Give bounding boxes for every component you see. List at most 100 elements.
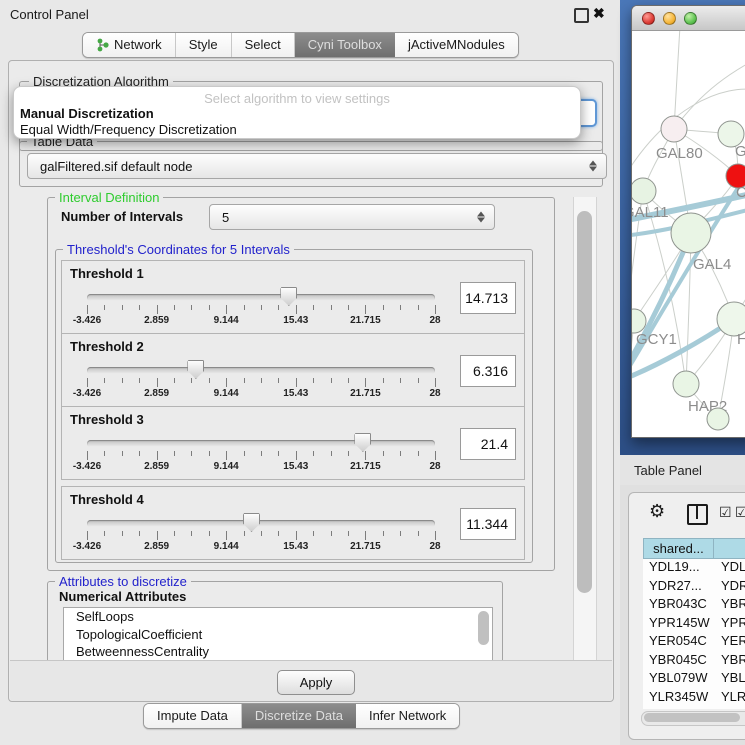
slider-handle[interactable] bbox=[280, 287, 297, 306]
attribute-list-item[interactable]: BetweennessCentrality bbox=[64, 643, 492, 661]
table-horizontal-scrollbar[interactable] bbox=[641, 711, 745, 726]
table-row[interactable]: YDR27...YDR2 bbox=[643, 578, 745, 597]
attributes-list-scrollbar-thumb[interactable] bbox=[478, 611, 489, 645]
table-cell: YER0 bbox=[715, 633, 745, 652]
interval-definition-title: Interval Definition bbox=[55, 190, 163, 205]
network-node[interactable] bbox=[661, 116, 687, 142]
zoom-window-icon[interactable] bbox=[684, 12, 697, 25]
split-columns-icon[interactable] bbox=[687, 504, 708, 525]
threshold-panels: Threshold 1-3.4262.8599.14415.4321.71528… bbox=[61, 261, 525, 560]
table-horizontal-scrollbar-thumb[interactable] bbox=[644, 713, 740, 722]
panel-vertical-scrollbar[interactable] bbox=[573, 197, 597, 661]
attribute-list-item[interactable]: TopologicalCoefficient bbox=[64, 626, 492, 644]
table-cell: YDL1 bbox=[715, 559, 745, 578]
checkbox-icon[interactable]: ☑ bbox=[719, 504, 732, 521]
apply-button[interactable]: Apply bbox=[277, 670, 355, 695]
tab-impute-data[interactable]: Impute Data bbox=[144, 704, 242, 728]
table-row[interactable]: YBR043CYBR0 bbox=[643, 596, 745, 615]
popup-option-equal-width-frequency[interactable]: Equal Width/Frequency Discretization bbox=[20, 122, 237, 137]
tab-select[interactable]: Select bbox=[232, 33, 295, 57]
network-node[interactable] bbox=[673, 371, 699, 397]
algorithm-dropdown-popup: Select algorithm to view settings Manual… bbox=[13, 86, 581, 139]
threshold-label: Threshold 2 bbox=[70, 339, 144, 354]
right-panel: GAL80GACGAL11GAL4GCY1HHAP2 Table Panel ⚙… bbox=[620, 0, 745, 745]
close-icon[interactable]: ✖ bbox=[593, 5, 605, 22]
tab-infer-network[interactable]: Infer Network bbox=[356, 704, 459, 728]
network-node-label: GCY1 bbox=[636, 331, 677, 348]
table-row[interactable]: YDL19...YDL1 bbox=[643, 559, 745, 578]
network-node-label: GAL80 bbox=[656, 145, 703, 162]
slider-track[interactable] bbox=[87, 367, 435, 374]
attributes-group-title: Attributes to discretize bbox=[55, 574, 191, 589]
slider-ticks bbox=[87, 378, 435, 388]
table-cell: YDL19... bbox=[643, 559, 715, 578]
checkbox-icon[interactable]: ☑ bbox=[735, 504, 745, 521]
panel-vertical-scrollbar-thumb[interactable] bbox=[577, 211, 592, 593]
table-row[interactable]: YBL079WYBL0 bbox=[643, 670, 745, 689]
tab-network[interactable]: Network bbox=[83, 33, 176, 57]
threshold-value-field[interactable]: 6.316 bbox=[460, 355, 516, 387]
table-row[interactable]: YER054CYER0 bbox=[643, 633, 745, 652]
slider-handle[interactable] bbox=[354, 433, 371, 452]
slider-tick-labels: -3.4262.8599.14415.4321.71528 bbox=[87, 541, 435, 553]
slider-handle[interactable] bbox=[243, 513, 260, 532]
threshold-value-field[interactable]: 14.713 bbox=[460, 282, 516, 314]
network-canvas[interactable]: GAL80GACGAL11GAL4GCY1HHAP2 bbox=[632, 31, 745, 436]
slider-tick-labels: -3.4262.8599.14415.4321.71528 bbox=[87, 388, 435, 400]
attribute-list-item[interactable]: SelfLoops bbox=[64, 608, 492, 626]
network-node-label: C bbox=[736, 184, 745, 201]
slider-handle[interactable] bbox=[187, 360, 204, 379]
table-row[interactable]: YLR345WYLR3 bbox=[643, 689, 745, 708]
slider-track[interactable] bbox=[87, 440, 435, 447]
tab-cyni-toolbox[interactable]: Cyni Toolbox bbox=[295, 33, 395, 57]
threshold-label: Threshold 4 bbox=[70, 492, 144, 507]
table-cell: YBL079W bbox=[643, 670, 715, 689]
network-node-label: GAL11 bbox=[632, 204, 669, 221]
slider-track[interactable] bbox=[87, 520, 435, 527]
network-window-titlebar[interactable] bbox=[632, 6, 745, 31]
threshold-value-field[interactable]: 11.344 bbox=[460, 508, 516, 540]
cyni-bottom-tabs: Impute Data Discretize Data Infer Network bbox=[143, 703, 460, 729]
tab-label: Impute Data bbox=[157, 704, 228, 728]
tab-jactivemnodules[interactable]: jActiveMNodules bbox=[395, 33, 518, 57]
table-header-row: shared... n bbox=[643, 538, 745, 559]
popup-option-manual-discretization[interactable]: Manual Discretization bbox=[20, 106, 154, 121]
control-panel-title: Control Panel bbox=[10, 7, 89, 22]
threshold-value-field[interactable]: 21.4 bbox=[460, 428, 516, 460]
network-node[interactable] bbox=[632, 178, 656, 204]
slider-track[interactable] bbox=[87, 294, 435, 301]
tab-label: Discretize Data bbox=[255, 704, 343, 728]
application-window: Control Panel ✖ Network Style Select Cyni T… bbox=[0, 0, 745, 745]
tab-label: Network bbox=[114, 33, 162, 57]
network-node[interactable] bbox=[707, 408, 729, 430]
network-node[interactable] bbox=[632, 309, 646, 333]
table-cell: YPR145W bbox=[643, 615, 715, 634]
close-window-icon[interactable] bbox=[642, 12, 655, 25]
numerical-attributes-label: Numerical Attributes bbox=[59, 589, 186, 604]
table-data-combobox[interactable]: galFiltered.sif default node bbox=[27, 153, 607, 179]
table-panel-title: Table Panel bbox=[620, 463, 702, 478]
minimize-window-icon[interactable] bbox=[663, 12, 676, 25]
cyni-toolbox-panel: Discretization Algorithm Table Data galF… bbox=[8, 60, 614, 702]
column-header-name[interactable]: n bbox=[714, 538, 745, 559]
apply-row: Apply bbox=[10, 660, 612, 701]
tab-discretize-data[interactable]: Discretize Data bbox=[242, 704, 356, 728]
tab-label: Style bbox=[189, 33, 218, 57]
table-row[interactable]: YBR045CYBR0 bbox=[643, 652, 745, 671]
column-header-shared[interactable]: shared... bbox=[643, 538, 714, 559]
tab-label: Cyni Toolbox bbox=[308, 33, 382, 57]
table-row[interactable]: YPR145WYPR1 bbox=[643, 615, 745, 634]
node-attribute-table: shared... n YDL19...YDL1YDR27...YDR2YBR0… bbox=[643, 538, 745, 709]
gear-icon[interactable]: ⚙ bbox=[649, 501, 665, 522]
table-row[interactable]: YIL052CYIL0 bbox=[643, 707, 745, 709]
table-cell: YER054C bbox=[643, 633, 715, 652]
float-window-icon[interactable] bbox=[574, 8, 589, 23]
popup-placeholder-text: Select algorithm to view settings bbox=[14, 91, 580, 106]
network-node[interactable] bbox=[671, 213, 711, 253]
control-panel-tabs: Network Style Select Cyni Toolbox jActiveMNo… bbox=[82, 32, 519, 58]
table-cell: YBR045C bbox=[643, 652, 715, 671]
control-panel-titlebar: Control Panel ✖ bbox=[0, 0, 620, 28]
threshold-label: Threshold 3 bbox=[70, 412, 144, 427]
number-of-intervals-combobox[interactable]: 5 bbox=[209, 204, 495, 230]
tab-style[interactable]: Style bbox=[176, 33, 232, 57]
